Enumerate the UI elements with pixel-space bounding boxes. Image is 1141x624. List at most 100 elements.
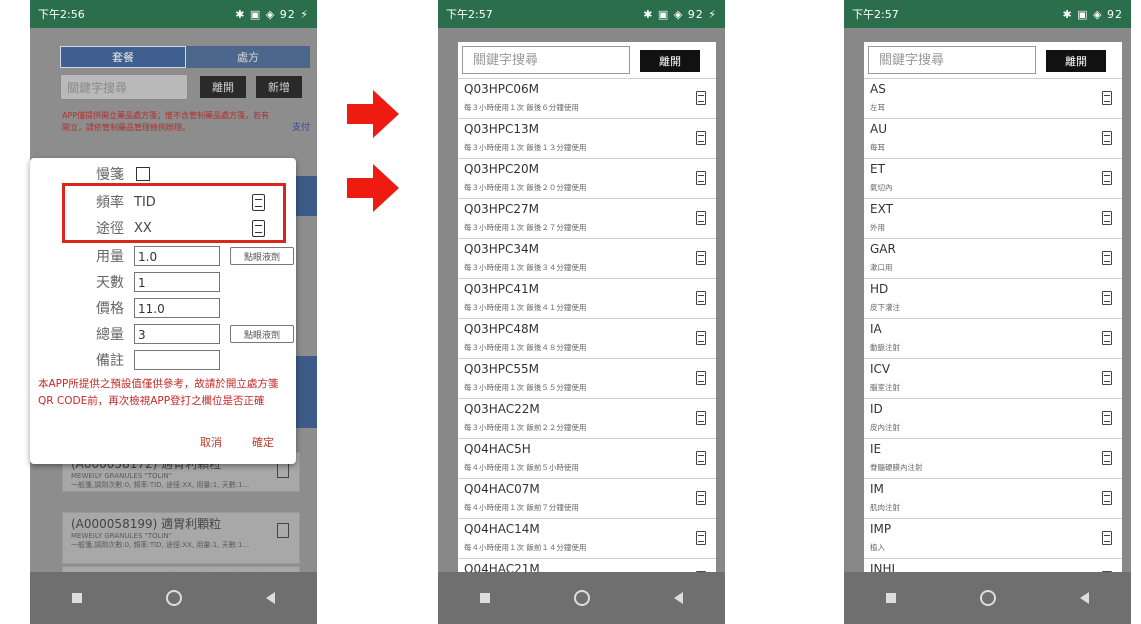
days-input[interactable]: 1: [134, 272, 220, 292]
back-icon[interactable]: [266, 592, 275, 604]
total-unit-button[interactable]: 點眼液劑: [230, 325, 294, 343]
close-button[interactable]: 離開: [200, 76, 246, 98]
list-item[interactable]: AU 每耳: [864, 118, 1122, 158]
back-icon[interactable]: [1080, 592, 1089, 604]
drug-detail: 一般箋,調劑次數:0, 頻率:TID, 途徑:XX, 用量:1, 天數:1...: [71, 481, 250, 489]
list-item[interactable]: Q03HPC13M 每３小時使用１次 飯後１３分鐘使用: [458, 118, 716, 158]
document-icon[interactable]: [1102, 411, 1112, 425]
home-icon[interactable]: [166, 590, 182, 606]
document-icon[interactable]: [1102, 371, 1112, 385]
slow-checkbox[interactable]: [136, 167, 150, 181]
home-icon[interactable]: [980, 590, 996, 606]
cancel-button[interactable]: 取消: [200, 434, 222, 450]
list-item[interactable]: Q03HAC22M 每３小時使用１次 飯前２２分鐘使用: [458, 398, 716, 438]
dose-input[interactable]: 1.0: [134, 246, 220, 266]
document-icon[interactable]: [1102, 491, 1112, 505]
search-input[interactable]: 關鍵字搜尋: [868, 46, 1036, 74]
list-item[interactable]: Q04HAC07M 每４小時使用１次 飯前７分鐘使用: [458, 478, 716, 518]
item-code: Q03HPC13M: [464, 122, 539, 136]
confirm-button[interactable]: 確定: [252, 434, 274, 450]
route-picker-sheet: 關鍵字搜尋 離開 AS 左耳 AU 每耳 ET 氣切內 EXT 外用 GAR 漱口用 HD…: [864, 42, 1122, 584]
document-icon[interactable]: [696, 371, 706, 385]
item-desc: 每３小時使用１次 飯後１３分鐘使用: [464, 143, 587, 152]
price-input[interactable]: 11.0: [134, 298, 220, 318]
tab-prescription[interactable]: 處方: [186, 46, 310, 68]
list-item[interactable]: Q03HPC48M 每３小時使用１次 飯後４８分鐘使用: [458, 318, 716, 358]
list-item[interactable]: Q03HPC20M 每３小時使用１次 飯後２０分鐘使用: [458, 158, 716, 198]
document-icon[interactable]: [696, 251, 706, 265]
item-code: Q04HAC14M: [464, 522, 540, 536]
total-label: 總量: [96, 327, 124, 343]
list-item[interactable]: Q04HAC5H 每４小時使用１次 飯前５小時使用: [458, 438, 716, 478]
drug-card[interactable]: (A000058199) 適胃利顆粒 MEWEILY GRANULES "TOL…: [62, 512, 300, 564]
tab-bar: 套餐 處方: [60, 46, 310, 68]
document-icon[interactable]: [696, 331, 706, 345]
search-input[interactable]: 關鍵字搜尋: [462, 46, 630, 74]
document-icon[interactable]: [1102, 211, 1112, 225]
pay-link[interactable]: 支付: [292, 120, 310, 133]
item-desc: 氣切內: [870, 183, 893, 192]
document-icon[interactable]: [696, 291, 706, 305]
recents-icon[interactable]: [480, 593, 490, 603]
document-icon[interactable]: [1102, 291, 1112, 305]
document-icon[interactable]: [696, 211, 706, 225]
list-item[interactable]: ICV 腦室注射: [864, 358, 1122, 398]
document-icon[interactable]: [696, 91, 706, 105]
document-icon[interactable]: [696, 491, 706, 505]
document-icon[interactable]: [696, 171, 706, 185]
list-item[interactable]: Q03HPC06M 每３小時使用１次 飯後６分鐘使用: [458, 78, 716, 118]
item-code: Q03HPC06M: [464, 82, 539, 96]
list-item[interactable]: EXT 外用: [864, 198, 1122, 238]
item-desc: 每３小時使用１次 飯後４１分鐘使用: [464, 303, 587, 312]
item-desc: 每耳: [870, 143, 885, 152]
document-icon[interactable]: [1102, 251, 1112, 265]
document-icon[interactable]: [696, 411, 706, 425]
price-label: 價格: [96, 301, 124, 317]
document-icon[interactable]: [696, 451, 706, 465]
list-item[interactable]: Q04HAC14M 每４小時使用１次 飯前１４分鐘使用: [458, 518, 716, 558]
list-item[interactable]: Q03HPC34M 每３小時使用１次 飯後３４分鐘使用: [458, 238, 716, 278]
list-item[interactable]: IA 動脈注射: [864, 318, 1122, 358]
back-icon[interactable]: [674, 592, 683, 604]
document-icon[interactable]: [1102, 331, 1112, 345]
close-button[interactable]: 離開: [640, 50, 700, 72]
document-icon[interactable]: [1102, 171, 1112, 185]
list-item[interactable]: HD 皮下灌注: [864, 278, 1122, 318]
document-icon[interactable]: [277, 463, 289, 478]
document-icon[interactable]: [696, 531, 706, 545]
list-item[interactable]: GAR 漱口用: [864, 238, 1122, 278]
document-icon[interactable]: [277, 523, 289, 538]
list-item[interactable]: Q03HPC55M 每３小時使用１次 飯後５５分鐘使用: [458, 358, 716, 398]
item-desc: 皮內注射: [870, 423, 900, 432]
tab-package[interactable]: 套餐: [60, 46, 186, 68]
list-item[interactable]: IM 肌肉注射: [864, 478, 1122, 518]
note-input[interactable]: [134, 350, 220, 370]
list-item[interactable]: IE 脊髓硬膜內注射: [864, 438, 1122, 478]
list-item[interactable]: Q03HPC27M 每３小時使用１次 飯後２７分鐘使用: [458, 198, 716, 238]
close-button[interactable]: 離開: [1046, 50, 1106, 72]
document-icon[interactable]: [1102, 531, 1112, 545]
add-button[interactable]: 新增: [256, 76, 302, 98]
list-item[interactable]: Q03HPC41M 每３小時使用１次 飯後４１分鐘使用: [458, 278, 716, 318]
item-desc: 每４小時使用１次 飯前７分鐘使用: [464, 503, 579, 512]
search-input[interactable]: 關鍵字搜尋: [60, 74, 188, 100]
item-code: ICV: [870, 362, 891, 376]
list-item[interactable]: IMP 植入: [864, 518, 1122, 558]
document-icon[interactable]: [1102, 91, 1112, 105]
total-input[interactable]: 3: [134, 324, 220, 344]
list-item[interactable]: ET 氣切內: [864, 158, 1122, 198]
dose-unit-button[interactable]: 點眼液劑: [230, 247, 294, 265]
item-code: Q03HAC22M: [464, 402, 540, 416]
document-icon[interactable]: [1102, 451, 1112, 465]
list-item[interactable]: AS 左耳: [864, 78, 1122, 118]
document-icon[interactable]: [696, 131, 706, 145]
days-label: 天數: [96, 275, 124, 291]
list-item[interactable]: ID 皮內注射: [864, 398, 1122, 438]
home-icon[interactable]: [574, 590, 590, 606]
notice-text: 本APP所提供之預設值僅供參考，故請於開立處方箋QR CODE前，再次檢視APP…: [38, 378, 279, 407]
document-icon[interactable]: [1102, 131, 1112, 145]
recents-icon[interactable]: [886, 593, 896, 603]
item-desc: 每３小時使用１次 飯後２０分鐘使用: [464, 183, 587, 192]
frequency-list: Q03HPC06M 每３小時使用１次 飯後６分鐘使用 Q03HPC13M 每３小時使…: [458, 78, 716, 584]
recents-icon[interactable]: [72, 593, 82, 603]
